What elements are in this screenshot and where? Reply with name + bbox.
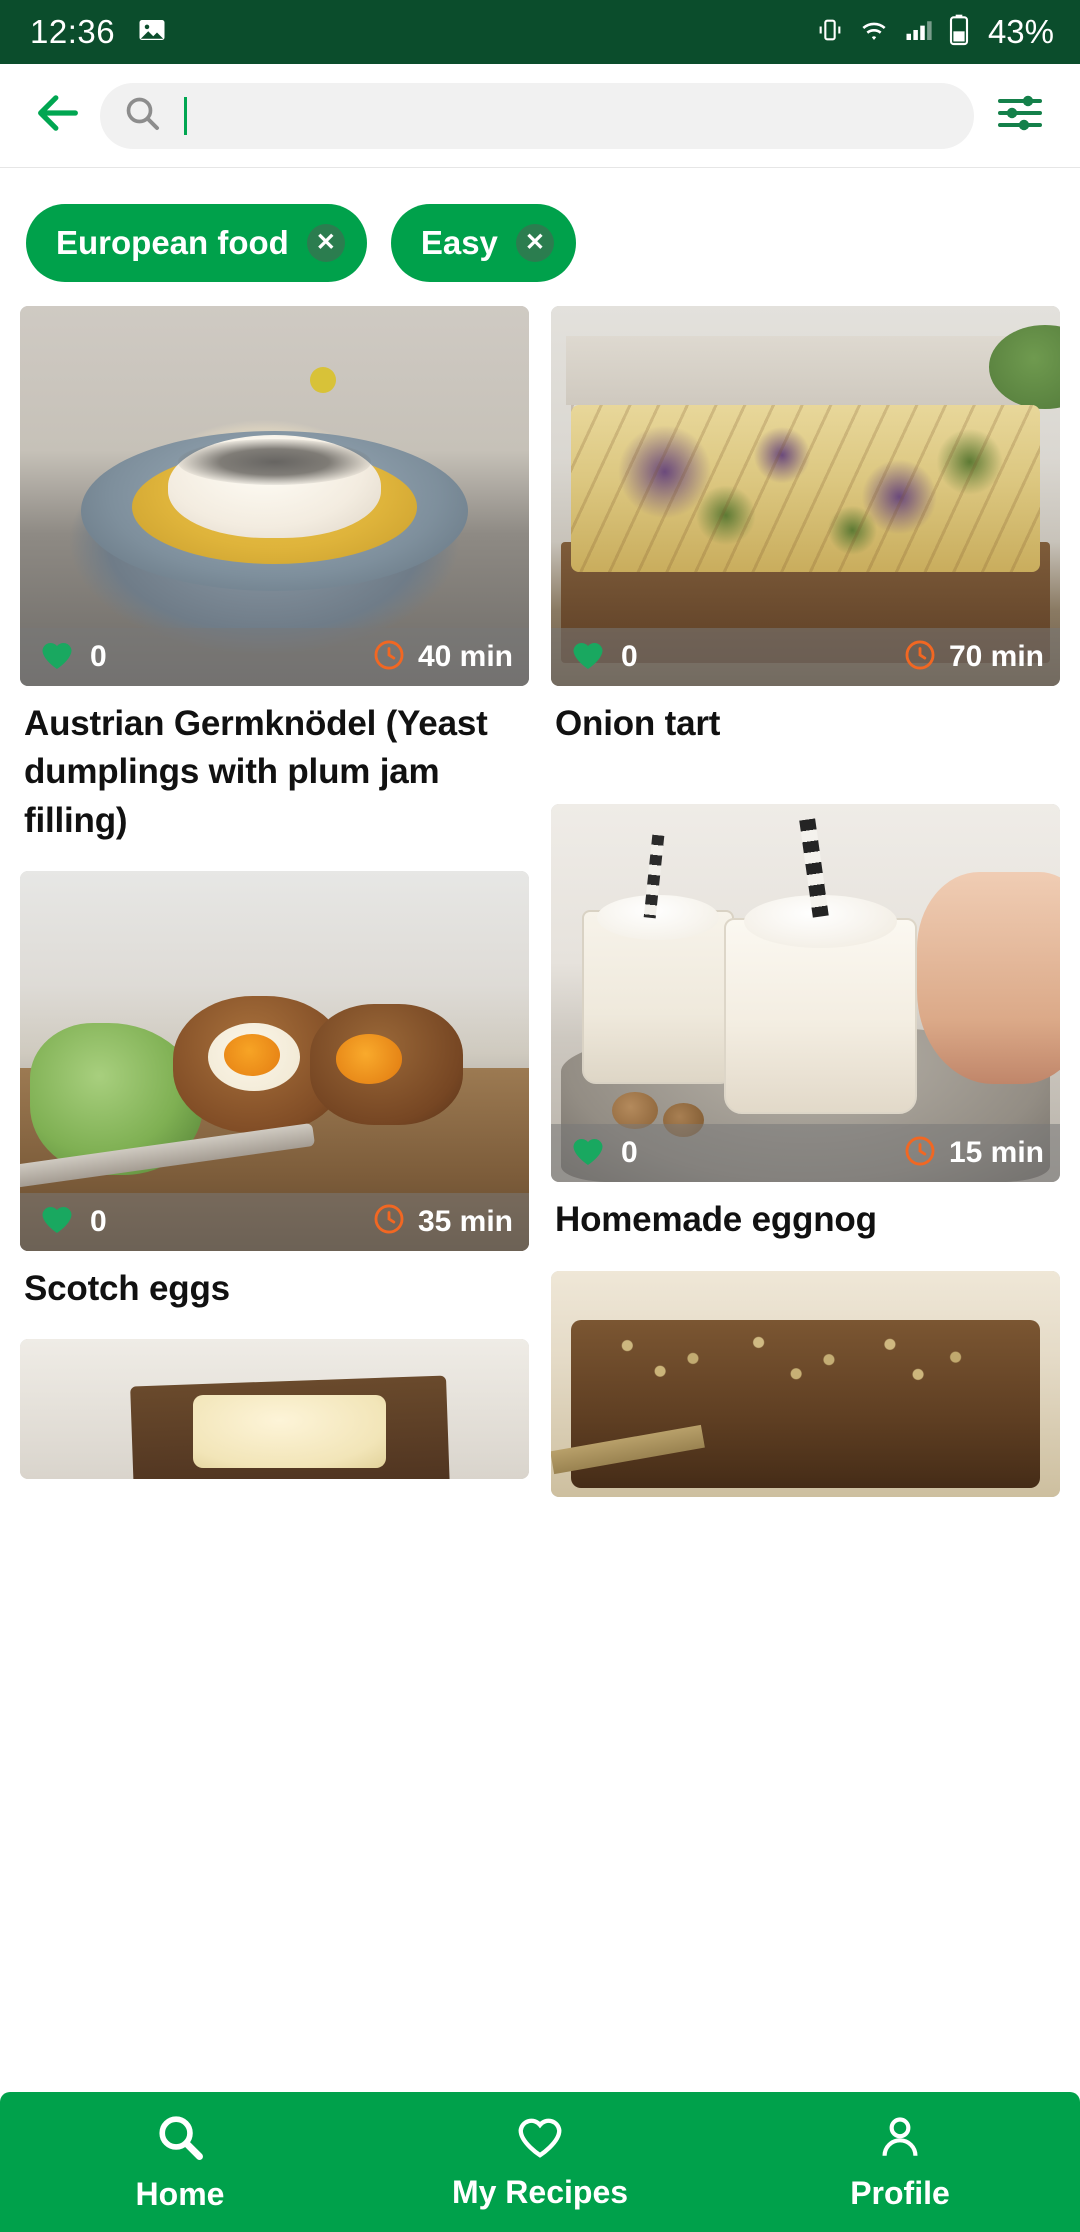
- person-icon: [875, 2112, 925, 2167]
- recipe-meta: 0 35 min: [20, 1192, 529, 1251]
- image-icon: [137, 15, 167, 50]
- scotch-eggs-photo[interactable]: 0 35 min: [20, 870, 529, 1251]
- recipe-card-seed-bread[interactable]: [551, 1270, 1060, 1497]
- bottom-navigation: Home My Recipes Profile: [0, 2092, 1080, 2232]
- recipe-title: Scotch eggs: [24, 1268, 230, 1308]
- cook-time: 70 min: [948, 640, 1044, 673]
- search-text-cursor: [184, 96, 187, 135]
- status-bar-left: 12:36: [30, 13, 167, 51]
- eggnog-photo[interactable]: 0 15 min: [551, 804, 1060, 1183]
- time-group: 70 min: [903, 638, 1044, 677]
- search-bar: [0, 64, 1080, 168]
- recipe-column-right: 0 70 min Onion tart 0 15 min Homemade eg…: [551, 306, 1060, 1523]
- cook-time: 35 min: [417, 1204, 513, 1238]
- back-button[interactable]: [26, 84, 90, 148]
- filter-chip-european-food[interactable]: European food ✕: [26, 204, 367, 282]
- status-clock: 12:36: [30, 13, 116, 50]
- like-group[interactable]: 0: [569, 1134, 638, 1173]
- active-filters: European food ✕ Easy ✕: [0, 168, 1080, 306]
- app-root: 12:36 43% European food ✕ Easy ✕ 0 40 mi…: [0, 0, 1080, 2232]
- cook-time: 15 min: [948, 1136, 1044, 1170]
- nav-label-home: Home: [135, 2176, 225, 2212]
- seed-bread-photo[interactable]: [551, 1270, 1060, 1497]
- recipe-meta: 0 15 min: [551, 1124, 1060, 1183]
- recipe-card-scotch-eggs[interactable]: 0 35 min Scotch eggs: [20, 870, 529, 1313]
- search-input[interactable]: [100, 82, 974, 149]
- clock-icon: [372, 638, 406, 677]
- heart-outline-icon: [514, 2113, 566, 2166]
- heart-filled-icon: [38, 1202, 76, 1241]
- recipe-title: Onion tart: [555, 704, 721, 743]
- time-group: 40 min: [372, 638, 513, 677]
- nav-item-my-recipes[interactable]: My Recipes: [360, 2113, 720, 2211]
- time-group: 35 min: [372, 1202, 513, 1241]
- arrow-left-icon: [32, 87, 84, 144]
- close-circle-icon[interactable]: ✕: [306, 224, 345, 262]
- time-group: 15 min: [903, 1134, 1044, 1173]
- filter-chip-label: Easy: [420, 224, 498, 261]
- recipe-card-butter-dish[interactable]: [20, 1339, 529, 1480]
- heart-filled-icon: [38, 638, 76, 677]
- filter-sliders-icon: [996, 91, 1044, 140]
- like-count: 0: [90, 640, 107, 673]
- nav-item-home[interactable]: Home: [0, 2111, 360, 2213]
- germknodel-photo[interactable]: 0 40 min: [20, 306, 529, 686]
- like-group[interactable]: 0: [38, 638, 107, 677]
- status-bar-right: 43%: [816, 13, 1054, 51]
- nav-item-profile[interactable]: Profile: [720, 2112, 1080, 2212]
- nav-label-my-recipes: My Recipes: [451, 2174, 629, 2210]
- wifi-icon: [858, 16, 890, 49]
- recipe-meta: 0 70 min: [551, 628, 1060, 686]
- like-group[interactable]: 0: [569, 638, 638, 677]
- like-group[interactable]: 0: [38, 1202, 107, 1241]
- clock-icon: [372, 1202, 406, 1241]
- filter-chip-label: European food: [56, 224, 289, 261]
- recipe-card-germknodel[interactable]: 0 40 min Austrian Germknödel (Yeast dump…: [20, 306, 529, 845]
- clock-icon: [903, 1134, 937, 1173]
- filter-button[interactable]: [990, 86, 1050, 146]
- search-icon: [122, 93, 162, 138]
- like-count: 0: [621, 1136, 638, 1170]
- butter-dish-photo[interactable]: [20, 1339, 529, 1480]
- heart-filled-icon: [569, 638, 607, 677]
- recipe-column-left: 0 40 min Austrian Germknödel (Yeast dump…: [20, 306, 529, 1523]
- recipe-title: Homemade eggnog: [555, 1200, 877, 1240]
- magnifier-icon: [154, 2111, 206, 2168]
- status-bar: 12:36 43%: [0, 0, 1080, 64]
- recipe-title: Austrian Germknödel (Yeast dumplings wit…: [24, 704, 488, 840]
- signal-icon: [904, 16, 934, 49]
- filter-chip-easy[interactable]: Easy ✕: [390, 204, 576, 282]
- recipe-grid: 0 40 min Austrian Germknödel (Yeast dump…: [0, 306, 1080, 1523]
- battery-percent: 43%: [987, 13, 1054, 50]
- recipe-card-onion-tart[interactable]: 0 70 min Onion tart: [551, 306, 1060, 748]
- nav-label-profile: Profile: [850, 2175, 950, 2211]
- battery-icon: [948, 14, 970, 51]
- cook-time: 40 min: [417, 640, 513, 673]
- recipe-meta: 0 40 min: [20, 628, 529, 686]
- heart-filled-icon: [569, 1134, 607, 1173]
- clock-icon: [903, 638, 937, 677]
- onion-tart-photo[interactable]: 0 70 min: [551, 306, 1060, 686]
- like-count: 0: [90, 1204, 107, 1238]
- like-count: 0: [621, 640, 638, 673]
- vibrate-icon: [816, 16, 844, 49]
- close-circle-icon[interactable]: ✕: [515, 224, 554, 262]
- recipe-card-eggnog[interactable]: 0 15 min Homemade eggnog: [551, 774, 1060, 1244]
